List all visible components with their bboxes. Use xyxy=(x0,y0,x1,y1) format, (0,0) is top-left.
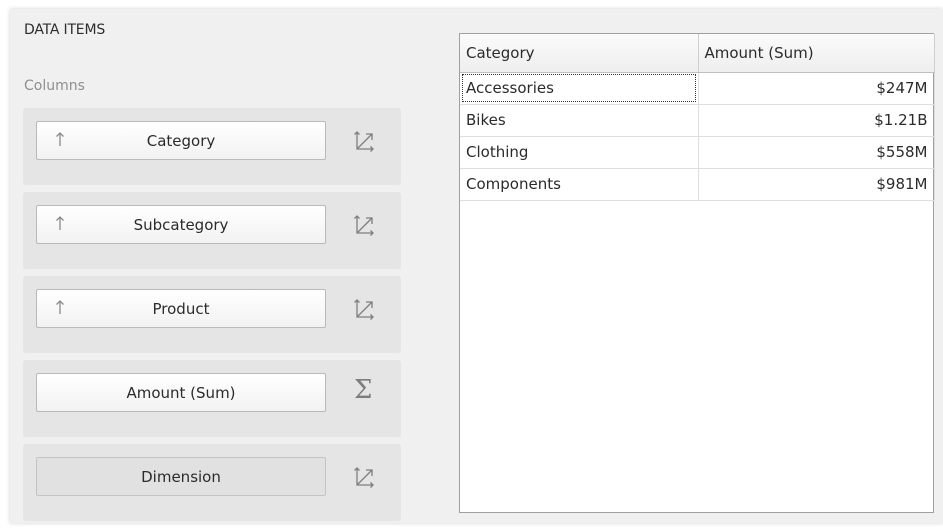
grid-cell-amount[interactable]: $981M xyxy=(698,168,935,201)
dimension-axis-icon[interactable] xyxy=(352,464,378,490)
grid-preview: Category Amount (Sum) Accessories $247M … xyxy=(459,33,935,513)
grid-cell-amount[interactable]: $1.21B xyxy=(698,104,935,137)
grid-cell-amount[interactable]: $247M xyxy=(698,72,935,105)
grid-cell-category[interactable]: Clothing xyxy=(460,136,699,169)
data-grid: Category Amount (Sum) Accessories $247M … xyxy=(460,34,935,201)
grid-cell-category[interactable]: Accessories xyxy=(460,72,699,105)
panel-title: DATA ITEMS xyxy=(24,22,106,38)
subcategory-field-label: Subcategory xyxy=(133,216,229,234)
amount-field-label: Amount (Sum) xyxy=(126,384,236,402)
table-row[interactable]: Components $981M xyxy=(460,168,935,201)
dimension-axis-icon[interactable] xyxy=(352,128,378,154)
data-item-row-dimension: Dimension xyxy=(23,444,401,521)
column-header-amount[interactable]: Amount (Sum) xyxy=(698,34,935,73)
columns-section-label: Columns xyxy=(24,78,85,94)
dimension-placeholder-label: Dimension xyxy=(141,468,221,486)
table-row[interactable]: Clothing $558M xyxy=(460,136,935,169)
data-item-row-amount: Amount (Sum) Σ xyxy=(23,360,401,437)
grid-cell-category[interactable]: Components xyxy=(460,168,699,201)
grid-cell-category[interactable]: Bikes xyxy=(460,104,699,137)
table-row[interactable]: Bikes $1.21B xyxy=(460,104,935,137)
sigma-measure-icon[interactable]: Σ xyxy=(354,375,372,405)
category-field-label: Category xyxy=(146,132,216,150)
grid-cell-amount[interactable]: $558M xyxy=(698,136,935,169)
data-item-row-product: Product xyxy=(23,276,401,353)
table-row[interactable]: Accessories $247M xyxy=(460,72,935,105)
data-item-row-subcategory: Subcategory xyxy=(23,192,401,269)
column-header-category[interactable]: Category xyxy=(460,34,699,73)
subcategory-field-button[interactable]: Subcategory xyxy=(36,205,326,244)
data-item-row-category: Category xyxy=(23,108,401,185)
dimension-placeholder-button[interactable]: Dimension xyxy=(36,457,326,496)
amount-field-button[interactable]: Amount (Sum) xyxy=(36,373,326,412)
grid-header-row: Category Amount (Sum) xyxy=(460,34,935,73)
dimension-axis-icon[interactable] xyxy=(352,212,378,238)
product-field-label: Product xyxy=(152,300,210,318)
category-field-button[interactable]: Category xyxy=(36,121,326,160)
product-field-button[interactable]: Product xyxy=(36,289,326,328)
dimension-axis-icon[interactable] xyxy=(352,296,378,322)
